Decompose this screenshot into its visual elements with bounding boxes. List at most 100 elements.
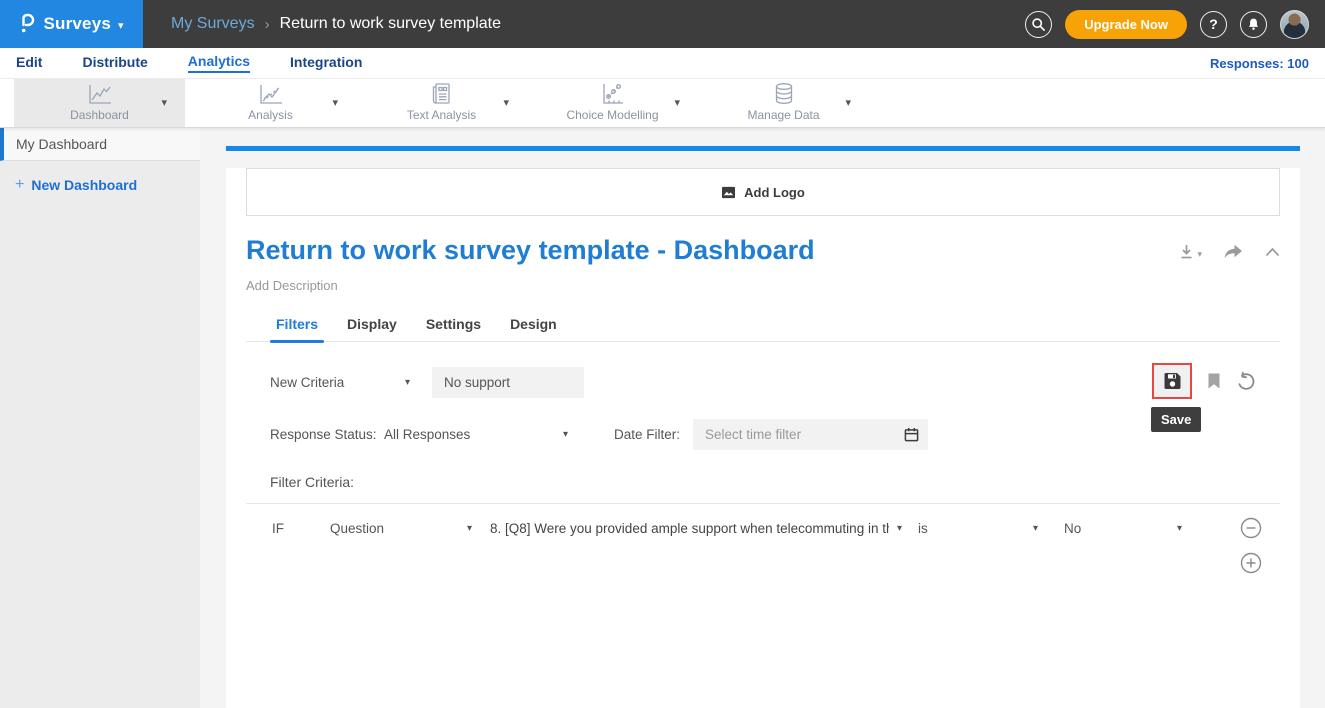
reset-refresh-icon <box>1236 372 1256 391</box>
rule-add-remove-controls <box>1240 517 1262 574</box>
chevron-down-icon: ▾ <box>1033 523 1038 534</box>
dashboard-sidebar: My Dashboard + New Dashboard <box>0 128 200 708</box>
chevron-down-icon: ▾ <box>405 377 410 388</box>
dashboard-title[interactable]: Return to work survey template - Dashboa… <box>246 235 815 266</box>
rule-operator-value: is <box>918 521 928 536</box>
rule-value-dropdown[interactable]: No ▾ <box>1064 517 1182 539</box>
criteria-name-value: New Criteria <box>270 375 344 390</box>
download-icon <box>1178 243 1195 260</box>
header-actions: Upgrade Now ? <box>1025 10 1325 39</box>
card-accent-bar <box>226 146 1300 151</box>
filter-actions: Save <box>1152 363 1256 399</box>
chevron-down-icon[interactable]: ▾ <box>332 96 338 109</box>
nav-tab-integration[interactable]: Integration <box>290 54 362 72</box>
chevron-down-icon: ▾ <box>118 19 124 32</box>
questionpro-logo-icon <box>19 13 36 35</box>
bell-icon <box>1246 16 1261 32</box>
dashboard-card: Add Logo Return to work survey template … <box>226 146 1300 708</box>
responses-count[interactable]: Responses: 100 <box>1210 56 1309 71</box>
analysis-chart-icon <box>257 80 284 106</box>
criteria-label-input[interactable] <box>432 367 584 398</box>
toolbar-item-manage-data[interactable]: Manage Data ▾ <box>698 79 869 127</box>
analytics-toolbar: Dashboard ▾ Analysis ▾ Text Analysis ▾ <box>0 78 1325 128</box>
product-name: Surveys <box>43 14 111 34</box>
add-description-field[interactable]: Add Description <box>246 278 1280 293</box>
chevron-down-icon[interactable]: ▾ <box>674 96 680 109</box>
filter-criteria-heading: Filter Criteria: <box>246 474 1280 490</box>
upgrade-now-button[interactable]: Upgrade Now <box>1065 10 1187 39</box>
rule-type-value: Question <box>330 521 384 536</box>
user-avatar[interactable] <box>1280 10 1309 39</box>
date-filter-input[interactable] <box>693 419 928 450</box>
add-rule-button[interactable] <box>1240 552 1262 574</box>
chevron-down-icon: ▾ <box>897 523 902 534</box>
tab-settings[interactable]: Settings <box>426 316 481 341</box>
bookmark-icon <box>1207 372 1221 390</box>
notifications-button[interactable] <box>1240 11 1267 38</box>
sidebar-item-my-dashboard[interactable]: My Dashboard <box>0 128 200 161</box>
breadcrumb: My Surveys › Return to work survey templ… <box>171 15 501 33</box>
tab-display[interactable]: Display <box>347 316 397 341</box>
reset-button[interactable] <box>1236 372 1256 391</box>
calendar-icon[interactable] <box>904 427 919 447</box>
image-icon <box>721 186 736 199</box>
search-icon <box>1031 17 1046 32</box>
breadcrumb-current: Return to work survey template <box>280 15 501 33</box>
rule-if-label: IF <box>272 517 330 539</box>
chevron-down-icon[interactable]: ▾ <box>845 96 851 109</box>
plus-icon: + <box>15 176 24 194</box>
criteria-name-dropdown[interactable]: New Criteria ▾ <box>270 375 410 390</box>
nav-tab-analytics[interactable]: Analytics <box>188 53 250 73</box>
dashboard-chart-icon <box>86 80 113 106</box>
rule-question-value: 8. [Q8] Were you provided ample support … <box>490 521 889 536</box>
dashboard-tabs: Filters Display Settings Design <box>246 316 1280 342</box>
save-button[interactable]: Save <box>1152 363 1192 399</box>
sidebar-item-label: My Dashboard <box>16 136 107 152</box>
date-filter-label: Date Filter: <box>614 427 680 442</box>
bookmark-button[interactable] <box>1207 372 1221 390</box>
tab-filters[interactable]: Filters <box>276 316 318 341</box>
toolbar-item-choice-modelling[interactable]: Choice Modelling ▾ <box>527 79 698 127</box>
breadcrumb-parent-link[interactable]: My Surveys <box>171 15 255 33</box>
app-header: Surveys ▾ My Surveys › Return to work su… <box>0 0 1325 48</box>
chevron-down-icon: ▾ <box>467 523 472 534</box>
nav-tab-distribute[interactable]: Distribute <box>82 54 147 72</box>
toolbar-item-label: Choice Modelling <box>566 108 658 122</box>
save-floppy-icon <box>1163 372 1182 390</box>
share-icon[interactable] <box>1223 243 1244 260</box>
new-dashboard-button[interactable]: + New Dashboard <box>15 176 200 194</box>
question-mark-icon: ? <box>1209 16 1218 32</box>
rule-question-dropdown[interactable]: 8. [Q8] Were you provided ample support … <box>490 517 902 539</box>
response-status-value: All Responses <box>384 427 470 442</box>
toolbar-item-analysis[interactable]: Analysis ▾ <box>185 79 356 127</box>
download-button[interactable]: ▾ <box>1178 243 1202 260</box>
collapse-chevron-icon[interactable] <box>1265 247 1280 257</box>
filter-rule-row: IF Question ▾ 8. [Q8] Were you provided … <box>246 504 1280 574</box>
toolbar-item-label: Text Analysis <box>407 108 476 122</box>
rule-operator-dropdown[interactable]: is ▾ <box>918 517 1038 539</box>
chevron-down-icon[interactable]: ▾ <box>161 96 167 109</box>
choice-modelling-icon <box>600 80 625 106</box>
toolbar-item-label: Manage Data <box>747 108 819 122</box>
rule-value: No <box>1064 521 1081 536</box>
text-analysis-icon <box>430 80 454 106</box>
new-dashboard-label: New Dashboard <box>31 177 137 193</box>
remove-rule-button[interactable] <box>1240 517 1262 539</box>
search-button[interactable] <box>1025 11 1052 38</box>
rule-type-dropdown[interactable]: Question ▾ <box>330 517 472 539</box>
chevron-down-icon[interactable]: ▾ <box>503 96 509 109</box>
database-icon <box>772 80 796 106</box>
toolbar-item-dashboard[interactable]: Dashboard ▾ <box>14 79 185 127</box>
add-logo-button[interactable]: Add Logo <box>246 168 1280 216</box>
add-logo-label: Add Logo <box>744 185 805 200</box>
response-status-dropdown[interactable]: All Responses ▾ <box>384 427 568 442</box>
response-status-label: Response Status: <box>270 427 384 442</box>
app-logo[interactable]: Surveys ▾ <box>0 0 143 48</box>
help-button[interactable]: ? <box>1200 11 1227 38</box>
title-actions: ▾ <box>1178 235 1280 260</box>
nav-tab-edit[interactable]: Edit <box>16 54 42 72</box>
toolbar-item-label: Dashboard <box>70 108 129 122</box>
toolbar-item-text-analysis[interactable]: Text Analysis ▾ <box>356 79 527 127</box>
breadcrumb-separator-icon: › <box>265 16 270 33</box>
tab-design[interactable]: Design <box>510 316 557 341</box>
